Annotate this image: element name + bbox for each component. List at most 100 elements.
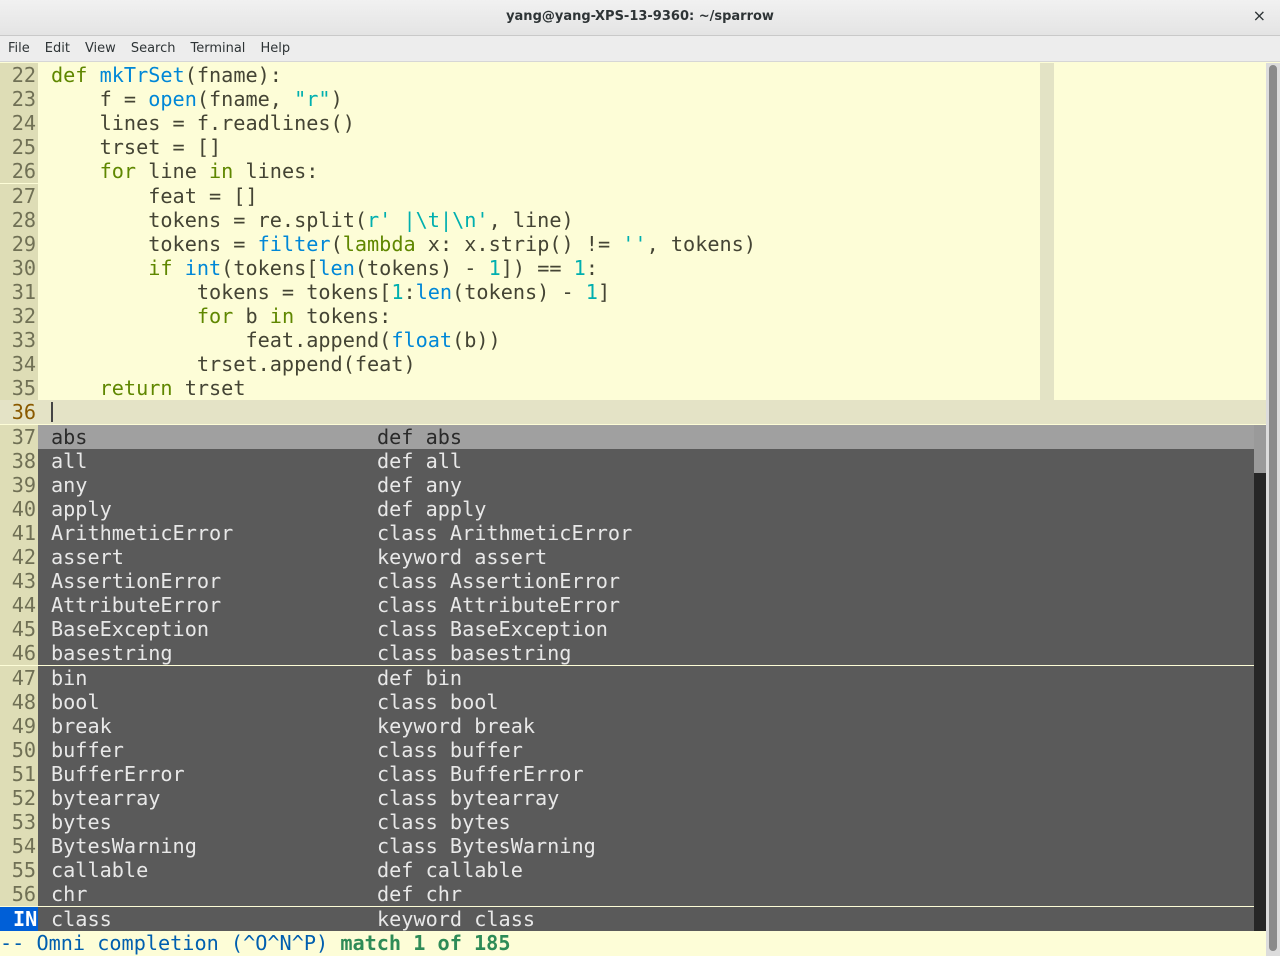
code-text: return trset bbox=[51, 376, 246, 400]
completion-kind: def bin bbox=[377, 665, 463, 690]
completion-word: bool bbox=[51, 689, 100, 714]
completion-item[interactable]: BaseException class BaseException bbox=[38, 617, 1254, 642]
completion-item[interactable]: assert keyword assert bbox=[38, 545, 1254, 569]
status-match-count: match 1 of 185 bbox=[340, 930, 511, 955]
line-number: 48 bbox=[0, 689, 38, 714]
completion-kind: def abs bbox=[377, 424, 463, 449]
code-token: (tokens) - bbox=[354, 255, 489, 280]
completion-item[interactable]: abs def abs bbox=[38, 424, 1254, 449]
code-text: f = open(fname, "r") bbox=[51, 87, 343, 111]
completion-word: class bbox=[51, 906, 112, 931]
code-token: len bbox=[318, 255, 355, 280]
line-number: 38 bbox=[0, 448, 38, 473]
menu-help[interactable]: Help bbox=[252, 36, 297, 61]
line-number: 26 bbox=[0, 159, 38, 184]
line-number: 31 bbox=[0, 279, 38, 304]
line-number: 25 bbox=[0, 135, 38, 160]
line-number: 45 bbox=[0, 617, 38, 642]
menu-edit[interactable]: Edit bbox=[37, 36, 77, 61]
completion-item[interactable]: class keyword class bbox=[38, 906, 1254, 931]
popup-line-gutter: 48 bbox=[0, 689, 38, 714]
scrollbar-thumb[interactable] bbox=[1269, 65, 1277, 951]
code-text: tokens = filter(lambda x: x.strip() != '… bbox=[51, 232, 756, 256]
line-number: 22 bbox=[0, 63, 38, 87]
code-line: 26 for line in lines: bbox=[0, 159, 1266, 184]
completion-item[interactable]: AssertionError class AssertionError bbox=[38, 569, 1254, 594]
popup-line-gutter: 50 bbox=[0, 737, 38, 762]
mode-indicator: IN bbox=[0, 906, 38, 931]
completion-scrollbar[interactable] bbox=[1254, 424, 1266, 931]
code-token: in bbox=[269, 304, 295, 328]
completion-item[interactable]: basestring class basestring bbox=[38, 641, 1254, 666]
completion-item[interactable]: bool class bool bbox=[38, 689, 1254, 714]
completion-item[interactable]: BufferError class BufferError bbox=[38, 761, 1254, 786]
completion-kind: def callable bbox=[377, 858, 523, 883]
line-number: 42 bbox=[0, 545, 38, 569]
code-token: tokens = bbox=[51, 231, 258, 256]
completion-scrollbar-thumb[interactable] bbox=[1254, 424, 1266, 473]
code-token: tokens = re.split( bbox=[51, 207, 368, 232]
completion-item[interactable]: any def any bbox=[38, 472, 1254, 497]
completion-item[interactable]: callable def callable bbox=[38, 858, 1254, 883]
completion-word: AttributeError bbox=[51, 593, 222, 618]
code-token: open bbox=[148, 87, 197, 112]
completion-item[interactable]: ArithmeticError class ArithmeticError bbox=[38, 520, 1254, 545]
menu-view[interactable]: View bbox=[77, 36, 123, 61]
completion-kind: def apply bbox=[377, 496, 487, 521]
line-number: 43 bbox=[0, 569, 38, 594]
completion-word: chr bbox=[51, 882, 88, 907]
completion-word: bytes bbox=[51, 810, 112, 835]
menu-terminal[interactable]: Terminal bbox=[182, 36, 252, 61]
popup-line-gutter: 56 bbox=[0, 882, 38, 907]
line-number: 52 bbox=[0, 786, 38, 810]
terminal-area[interactable]: 22 def mkTrSet(fname): 23 f = open(fname, … bbox=[0, 63, 1266, 956]
window-titlebar: yang@yang-XPS-13-9360: ~/sparrow × bbox=[0, 0, 1280, 36]
line-number: 53 bbox=[0, 810, 38, 835]
code-token: lines = f.readlines() bbox=[51, 111, 355, 136]
code-text: tokens = re.split(r' |\t|\n', line) bbox=[51, 207, 573, 232]
menu-file[interactable]: File bbox=[0, 36, 37, 61]
code-token: '' bbox=[622, 231, 647, 256]
window-title: yang@yang-XPS-13-9360: ~/sparrow bbox=[506, 9, 774, 24]
popup-line-gutter: 53 bbox=[0, 810, 38, 835]
completion-item[interactable]: AttributeError class AttributeError bbox=[38, 593, 1254, 618]
current-line: 36 bbox=[0, 400, 1266, 425]
line-number: 55 bbox=[0, 858, 38, 883]
code-text: trset.append(feat) bbox=[51, 352, 416, 376]
code-token: for bbox=[99, 159, 137, 184]
completion-kind: class buffer bbox=[377, 737, 523, 762]
completion-item[interactable]: apply def apply bbox=[38, 496, 1254, 521]
code-token: ] bbox=[597, 279, 611, 304]
completion-kind: def any bbox=[377, 472, 463, 497]
code-token: for bbox=[196, 304, 234, 328]
line-number: 30 bbox=[0, 255, 38, 280]
code-line: 23 f = open(fname, "r") bbox=[0, 87, 1266, 112]
completion-item[interactable]: break keyword break bbox=[38, 713, 1254, 738]
completion-item[interactable]: bytes class bytes bbox=[38, 810, 1254, 835]
line-number: 32 bbox=[0, 304, 38, 328]
completion-item[interactable]: bytearray class bytearray bbox=[38, 786, 1254, 810]
code-line: 28 tokens = re.split(r' |\t|\n', line) bbox=[0, 207, 1266, 232]
completion-kind: def chr bbox=[377, 882, 463, 907]
line-number: 41 bbox=[0, 520, 38, 545]
completion-item[interactable]: all def all bbox=[38, 448, 1254, 473]
popup-line-gutter: 47 bbox=[0, 665, 38, 690]
completion-word: ArithmeticError bbox=[51, 520, 234, 545]
completion-item[interactable]: buffer class buffer bbox=[38, 737, 1254, 762]
completion-word: bytearray bbox=[51, 786, 161, 810]
code-token: lambda bbox=[342, 231, 416, 256]
completion-item[interactable]: chr def chr bbox=[38, 882, 1254, 907]
menu-search[interactable]: Search bbox=[123, 36, 183, 61]
completion-item[interactable]: bin def bin bbox=[38, 665, 1254, 690]
completion-kind: class bytes bbox=[377, 810, 511, 835]
code-text: if int(tokens[len(tokens) - 1]) == 1: bbox=[51, 256, 598, 280]
completion-item[interactable]: BytesWarning class BytesWarning bbox=[38, 834, 1254, 859]
code-text: feat = [] bbox=[51, 184, 257, 208]
completion-word: abs bbox=[51, 424, 88, 449]
completion-word: BytesWarning bbox=[51, 834, 197, 859]
completion-kind: keyword assert bbox=[377, 545, 548, 569]
popup-line-gutter: 52 bbox=[0, 786, 38, 810]
terminal-scrollbar[interactable] bbox=[1266, 63, 1280, 956]
close-icon[interactable]: × bbox=[1253, 6, 1266, 25]
code-token: trset = [] bbox=[51, 135, 222, 160]
